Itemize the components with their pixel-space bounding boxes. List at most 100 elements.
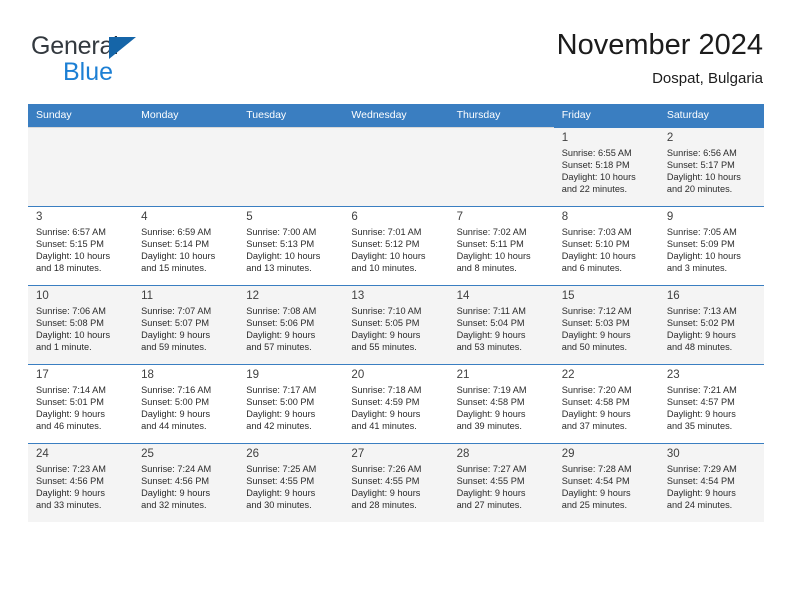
calendar-day-cell[interactable]: 30 Sunrise: 7:29 AM Sunset: 4:54 PM Dayligh… [658,443,764,522]
day-sun-info: Sunrise: 7:18 AM Sunset: 4:59 PM Daylight:… [351,384,443,432]
calendar-day-cell[interactable]: 7 Sunrise: 7:02 AM Sunset: 5:11 PM Daylight… [448,206,554,285]
day-sunrise-text: Sunrise: 7:24 AM [141,464,212,474]
calendar-day-cell[interactable]: 26 Sunrise: 7:25 AM Sunset: 4:55 PM Dayligh… [238,443,344,522]
calendar-day-cell[interactable]: 17 Sunrise: 7:14 AM Sunset: 5:01 PM Dayligh… [28,364,134,443]
calendar-body: 1 Sunrise: 6:55 AM Sunset: 5:18 PM Daylight… [28,127,764,522]
weekday-header-sunday: Sunday [28,104,134,127]
calendar-day-cell[interactable]: 21 Sunrise: 7:19 AM Sunset: 4:58 PM Dayligh… [448,364,554,443]
day-sun-info: Sunrise: 7:11 AM Sunset: 5:04 PM Daylight:… [457,305,549,353]
calendar-day-cell[interactable]: 25 Sunrise: 7:24 AM Sunset: 4:56 PM Dayligh… [133,443,239,522]
general-blue-logo[interactable]: General Blue [31,32,211,88]
day-number: 25 [141,448,154,460]
day-sunrise-text: Sunrise: 7:25 AM [246,464,317,474]
day-daylight2-text: and 10 minutes. [351,263,417,274]
day-sunrise-text: Sunrise: 7:10 AM [351,306,422,316]
day-cell-inner: 1 Sunrise: 6:55 AM Sunset: 5:18 PM Daylight… [553,127,659,206]
day-cell-inner: 13 Sunrise: 7:10 AM Sunset: 5:05 PM Dayligh… [343,285,449,364]
day-daylight2-text: and 24 minutes. [666,500,733,511]
day-daylight1-text: Daylight: 9 hours [246,409,316,420]
day-daylight1-text: Daylight: 10 hours [561,172,636,183]
calendar-day-cell[interactable]: 15 Sunrise: 7:12 AM Sunset: 5:03 PM Dayligh… [553,285,659,364]
day-number: 26 [246,448,260,460]
day-sunrise-text: Sunrise: 7:08 AM [246,306,317,316]
day-sun-info: Sunrise: 7:23 AM Sunset: 4:56 PM Daylight:… [36,463,128,511]
day-daylight2-text: and 25 minutes. [561,500,628,511]
calendar-day-cell[interactable]: 10 Sunrise: 7:06 AM Sunset: 5:08 PM Dayligh… [28,285,134,364]
day-cell-inner [133,127,239,206]
day-sunset-text: Sunset: 4:58 PM [561,397,630,408]
calendar-day-cell[interactable]: 14 Sunrise: 7:11 AM Sunset: 5:04 PM Dayligh… [448,285,554,364]
day-number: 24 [36,448,49,460]
calendar-day-cell[interactable]: 13 Sunrise: 7:10 AM Sunset: 5:05 PM Dayligh… [343,285,449,364]
day-daylight1-text: Daylight: 9 hours [141,409,211,420]
day-sun-info: Sunrise: 7:17 AM Sunset: 5:00 PM Daylight:… [246,384,338,432]
day-sunset-text: Sunset: 5:05 PM [351,318,420,329]
day-number: 15 [561,290,575,302]
day-sunset-text: Sunset: 5:03 PM [561,318,630,329]
calendar-day-cell[interactable]: 4 Sunrise: 6:59 AM Sunset: 5:14 PM Daylight… [133,206,239,285]
calendar-day-cell[interactable]: 18 Sunrise: 7:16 AM Sunset: 5:00 PM Dayligh… [133,364,239,443]
day-cell-inner: 28 Sunrise: 7:27 AM Sunset: 4:55 PM Dayligh… [448,443,554,522]
day-daylight2-text: and 53 minutes. [456,342,522,353]
calendar-week-row: 1 Sunrise: 6:55 AM Sunset: 5:18 PM Daylight… [28,127,764,206]
day-daylight1-text: Daylight: 9 hours [561,488,631,499]
day-daylight2-text: and 35 minutes. [666,421,733,432]
day-daylight1-text: Daylight: 9 hours [456,488,526,499]
day-sunset-text: Sunset: 4:56 PM [141,476,210,487]
calendar-day-cell[interactable]: 8 Sunrise: 7:03 AM Sunset: 5:10 PM Daylight… [553,206,659,285]
day-sunset-text: Sunset: 5:06 PM [246,318,315,329]
calendar-day-cell[interactable]: 1 Sunrise: 6:55 AM Sunset: 5:18 PM Daylight… [553,127,659,206]
calendar-day-cell[interactable]: 27 Sunrise: 7:26 AM Sunset: 4:55 PM Dayligh… [343,443,449,522]
calendar-week-row: 17 Sunrise: 7:14 AM Sunset: 5:01 PM Dayligh… [28,364,764,443]
day-sun-info: Sunrise: 7:02 AM Sunset: 5:11 PM Daylight:… [457,226,549,274]
day-sunset-text: Sunset: 5:01 PM [36,397,104,408]
day-cell-inner: 2 Sunrise: 6:56 AM Sunset: 5:17 PM Daylight… [658,127,764,206]
day-daylight1-text: Daylight: 10 hours [561,251,636,262]
calendar-day-cell[interactable]: 24 Sunrise: 7:23 AM Sunset: 4:56 PM Dayligh… [28,443,134,522]
day-number: 20 [351,369,365,381]
calendar-day-cell[interactable]: 22 Sunrise: 7:20 AM Sunset: 4:58 PM Dayligh… [553,364,659,443]
day-sunrise-text: Sunrise: 7:16 AM [141,385,212,395]
calendar-day-cell[interactable]: 12 Sunrise: 7:08 AM Sunset: 5:06 PM Dayligh… [238,285,344,364]
calendar-day-cell[interactable]: 19 Sunrise: 7:17 AM Sunset: 5:00 PM Dayligh… [238,364,344,443]
calendar-day-cell[interactable]: 11 Sunrise: 7:07 AM Sunset: 5:07 PM Dayligh… [133,285,239,364]
day-sunset-text: Sunset: 5:00 PM [141,397,210,408]
calendar-day-cell[interactable]: 16 Sunrise: 7:13 AM Sunset: 5:02 PM Dayligh… [658,285,764,364]
day-daylight1-text: Daylight: 9 hours [141,488,211,499]
day-cell-inner [28,127,134,206]
day-number: 29 [561,448,575,460]
weekday-header-row: Sunday Monday Tuesday Wednesday Thursday… [28,104,764,127]
calendar-day-cell[interactable]: 29 Sunrise: 7:28 AM Sunset: 4:54 PM Dayligh… [553,443,659,522]
calendar-day-cell[interactable]: 20 Sunrise: 7:18 AM Sunset: 4:59 PM Dayligh… [343,364,449,443]
day-daylight2-text: and 18 minutes. [36,263,102,274]
day-sun-info: Sunrise: 7:29 AM Sunset: 4:54 PM Daylight:… [667,463,759,511]
day-cell-inner: 8 Sunrise: 7:03 AM Sunset: 5:10 PM Daylight… [553,206,659,285]
day-number: 9 [666,211,674,223]
day-sun-info: Sunrise: 6:57 AM Sunset: 5:15 PM Daylight:… [36,226,128,274]
calendar-page: General Blue November 2024 Dospat, Bulga… [0,0,792,612]
calendar-day-cell[interactable]: 2 Sunrise: 6:56 AM Sunset: 5:17 PM Daylight… [658,127,764,206]
day-daylight2-text: and 32 minutes. [141,500,207,511]
day-daylight2-text: and 28 minutes. [351,500,417,511]
calendar-day-cell[interactable]: 3 Sunrise: 6:57 AM Sunset: 5:15 PM Daylight… [28,206,134,285]
day-cell-inner: 11 Sunrise: 7:07 AM Sunset: 5:07 PM Dayligh… [133,285,239,364]
calendar-day-cell[interactable]: 9 Sunrise: 7:05 AM Sunset: 5:09 PM Daylight… [658,206,764,285]
day-daylight1-text: Daylight: 10 hours [666,172,741,183]
day-sunrise-text: Sunrise: 7:23 AM [36,464,106,474]
day-cell-inner: 29 Sunrise: 7:28 AM Sunset: 4:54 PM Dayligh… [553,443,659,522]
calendar-week-row: 10 Sunrise: 7:06 AM Sunset: 5:08 PM Dayligh… [28,285,764,364]
day-cell-inner: 25 Sunrise: 7:24 AM Sunset: 4:56 PM Dayligh… [133,443,239,522]
day-number: 6 [351,211,358,223]
day-sunrise-text: Sunrise: 7:17 AM [246,385,317,395]
day-daylight2-text: and 3 minutes. [666,263,728,274]
calendar-day-cell[interactable]: 5 Sunrise: 7:00 AM Sunset: 5:13 PM Daylight… [238,206,344,285]
day-sunset-text: Sunset: 5:09 PM [666,239,735,250]
day-sun-info: Sunrise: 7:14 AM Sunset: 5:01 PM Daylight:… [36,384,128,432]
calendar-day-cell[interactable]: 6 Sunrise: 7:01 AM Sunset: 5:12 PM Daylight… [343,206,449,285]
calendar-day-cell[interactable]: 28 Sunrise: 7:27 AM Sunset: 4:55 PM Dayligh… [448,443,554,522]
day-daylight1-text: Daylight: 9 hours [36,409,105,420]
day-sun-info: Sunrise: 6:56 AM Sunset: 5:17 PM Daylight:… [667,147,759,195]
calendar-day-cell[interactable]: 23 Sunrise: 7:21 AM Sunset: 4:57 PM Dayligh… [658,364,764,443]
day-sun-info: Sunrise: 7:26 AM Sunset: 4:55 PM Daylight:… [351,463,443,511]
day-daylight1-text: Daylight: 10 hours [36,251,111,262]
